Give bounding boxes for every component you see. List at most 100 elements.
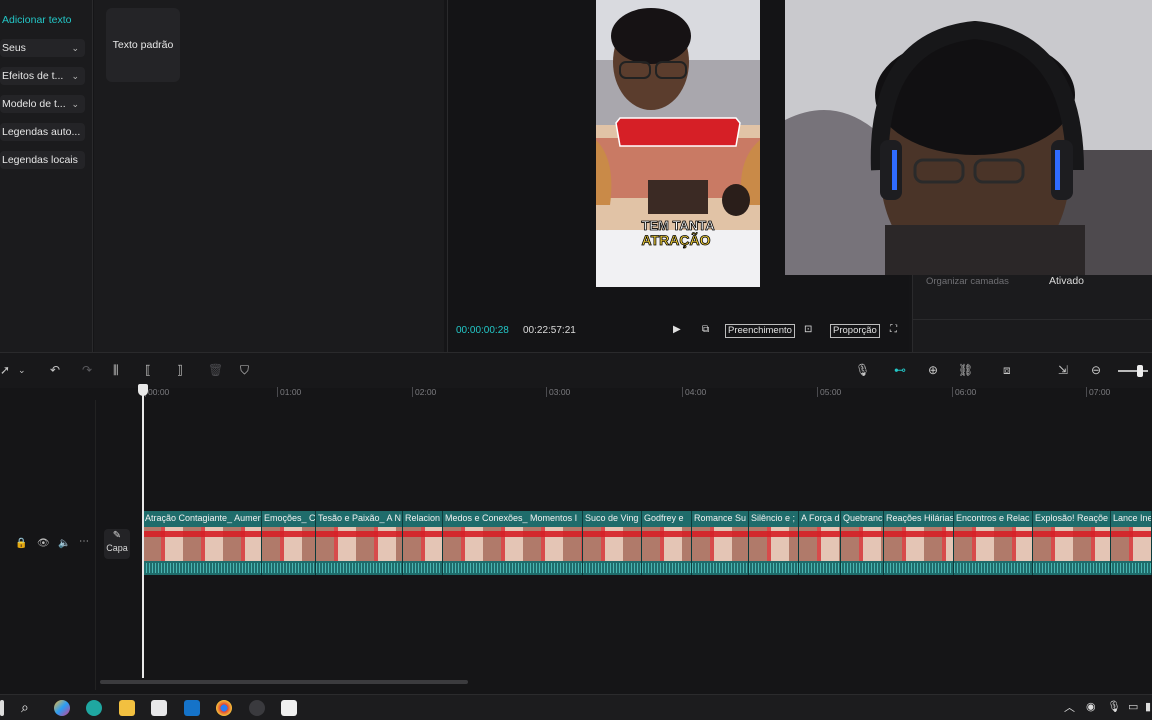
cover-label: Capa: [106, 543, 128, 553]
clip[interactable]: Medos e Conexões_ Momentos I: [443, 511, 583, 575]
clip[interactable]: Explosão! Reaçõe: [1033, 511, 1111, 575]
microphone-icon[interactable]: 🎙: [855, 363, 870, 377]
nav-text-template[interactable]: Modelo de t... ⌄: [0, 95, 85, 113]
link-icon[interactable]: ⛓: [958, 363, 973, 377]
timeline-ruler[interactable]: 00:00 01:00 02:00 03:00 04:00 05:00 06:0…: [96, 386, 1152, 400]
marker-icon[interactable]: ⛉: [240, 363, 249, 377]
capcut-icon[interactable]: [281, 700, 297, 716]
zoom-slider-handle[interactable]: [1137, 365, 1143, 377]
video-track[interactable]: Atração Contagiante_ Aumer Emoções_ C Te…: [143, 511, 1152, 575]
zoom-slider[interactable]: [1118, 370, 1148, 372]
split-icon[interactable]: ⫼: [113, 363, 119, 377]
speaker-icon[interactable]: 🔈: [58, 538, 70, 549]
webcam-feed: [785, 0, 1152, 275]
total-time: 00:22:57:21: [523, 325, 576, 336]
playhead-handle[interactable]: [138, 384, 148, 396]
screenshot-icon[interactable]: ⊡: [804, 324, 812, 338]
fill-button[interactable]: Preenchimento: [725, 324, 795, 338]
file-explorer-icon[interactable]: [119, 700, 135, 716]
lock-icon[interactable]: 🔒: [15, 538, 27, 549]
more-icon[interactable]: ⋯: [79, 536, 89, 547]
zoom-out-icon[interactable]: ⊖: [1091, 363, 1101, 377]
undo-icon[interactable]: ↶: [50, 363, 60, 377]
nav-auto-captions[interactable]: Legendas auto...: [0, 123, 85, 141]
clip[interactable]: Reações Hilárias: [884, 511, 954, 575]
clip[interactable]: Quebranc: [841, 511, 884, 575]
clip[interactable]: Relacion: [403, 511, 443, 575]
timeline-scrollbar[interactable]: [100, 680, 468, 684]
video-preview[interactable]: TEM TANTA ATRAÇÃO: [596, 0, 760, 287]
caption-line-1: TEM TANTA: [641, 218, 715, 233]
ruler-tick: 04:00: [681, 387, 707, 397]
webcam-image: [785, 0, 1152, 275]
start-icon[interactable]: [0, 700, 4, 716]
camera-icon[interactable]: ◉: [1086, 700, 1096, 713]
ruler-tick: 05:00: [816, 387, 842, 397]
delete-icon[interactable]: 🗑: [208, 363, 223, 377]
tiktok-icon[interactable]: ⧉: [702, 324, 709, 338]
eye-icon[interactable]: 👁: [37, 538, 50, 549]
ratio-button[interactable]: Proporção: [830, 324, 880, 338]
nav-text-effects[interactable]: Efeitos de t... ⌄: [0, 67, 85, 85]
nav-add-text[interactable]: Adicionar texto: [0, 11, 71, 29]
obs-icon[interactable]: [249, 700, 265, 716]
fullscreen-icon[interactable]: ⛶: [890, 324, 897, 338]
chevron-down-icon[interactable]: ⌄: [18, 363, 26, 377]
clip[interactable]: Godfrey e: [642, 511, 692, 575]
divider: [913, 319, 1152, 320]
clip[interactable]: Emoções_ C: [262, 511, 316, 575]
clip[interactable]: Silêncio e ;: [749, 511, 799, 575]
layer-value[interactable]: Ativado: [1049, 275, 1084, 287]
player-controls: 00:00:00:28 00:22:57:21 ▶ ⧉ Preenchiment…: [447, 320, 909, 344]
trim-right-icon[interactable]: ⟧: [177, 363, 183, 377]
ruler-tick: 00:00: [144, 387, 170, 397]
preview-axis-icon[interactable]: ⧈: [1003, 363, 1011, 377]
ruler-tick: 07:00: [1085, 387, 1111, 397]
properties-panel: Organizar camadas Ativado: [912, 275, 1152, 352]
outlook-icon[interactable]: [184, 700, 200, 716]
pencil-icon: ✎: [112, 530, 122, 541]
clip[interactable]: Encontros e Relac: [954, 511, 1033, 575]
os-taskbar: ⌕ ︿ ◉ 🎙 ▭ ▮: [0, 694, 1152, 720]
chrome-icon[interactable]: [216, 700, 232, 716]
select-tool-icon[interactable]: ➚: [0, 363, 10, 377]
clip[interactable]: Lance Ine: [1111, 511, 1152, 575]
ruler-tick: 02:00: [411, 387, 437, 397]
play-icon[interactable]: ▶: [673, 324, 681, 338]
text-category-sidebar: Adicionar texto Seus ⌄ Efeitos de t... ⌄ M…: [0, 0, 93, 352]
network-icon[interactable]: ▮: [1145, 700, 1151, 713]
ruler-tick: 06:00: [951, 387, 977, 397]
track-header: 🔒 👁 🔈 ⋯: [0, 400, 96, 690]
chevron-down-icon: ⌄: [71, 99, 79, 109]
search-icon[interactable]: ⌕: [21, 699, 29, 716]
trim-left-icon[interactable]: ⟦: [145, 363, 151, 377]
clip[interactable]: Suco de Ving: [583, 511, 642, 575]
copilot-icon[interactable]: [54, 700, 70, 716]
clip[interactable]: Romance Su: [692, 511, 749, 575]
cover-button[interactable]: ✎ Capa: [104, 529, 130, 559]
current-time: 00:00:00:28: [456, 325, 509, 336]
clip[interactable]: Tesão e Paixão_ A N: [316, 511, 403, 575]
store-icon[interactable]: [151, 700, 167, 716]
caption-line-2: ATRAÇÃO: [642, 231, 711, 248]
fit-icon[interactable]: ⇲: [1058, 363, 1068, 377]
snap-icon[interactable]: ⊕: [928, 363, 938, 377]
clip[interactable]: Atração Contagiante_ Aumer: [143, 511, 262, 575]
text-presets-panel: Texto padrão: [94, 0, 444, 352]
chevron-up-icon[interactable]: ︿: [1064, 699, 1075, 715]
timeline-toolbar: ➚ ⌄ ↶ ↷ ⫼ ⟦ ⟧ 🗑 ⛉ 🎙 ⊷ ⊕ ⛓ ⧈ ⇲ ⊖: [0, 352, 1152, 388]
default-text-preset[interactable]: Texto padrão: [106, 8, 180, 82]
nav-local-captions[interactable]: Legendas locais: [0, 151, 85, 169]
ruler-tick: 01:00: [276, 387, 302, 397]
microphone-icon[interactable]: 🎙: [1107, 700, 1121, 713]
ruler-tick: 03:00: [545, 387, 571, 397]
clip[interactable]: A Força d: [799, 511, 841, 575]
nav-yours[interactable]: Seus ⌄: [0, 39, 85, 57]
redo-icon[interactable]: ↷: [82, 363, 92, 377]
playhead[interactable]: [142, 388, 144, 678]
chevron-down-icon: ⌄: [71, 43, 79, 53]
edge-icon[interactable]: [86, 700, 102, 716]
layer-label: Organizar camadas: [926, 276, 1009, 287]
magnet-icon[interactable]: ⊷: [894, 363, 906, 377]
monitor-icon[interactable]: ▭: [1128, 700, 1138, 713]
